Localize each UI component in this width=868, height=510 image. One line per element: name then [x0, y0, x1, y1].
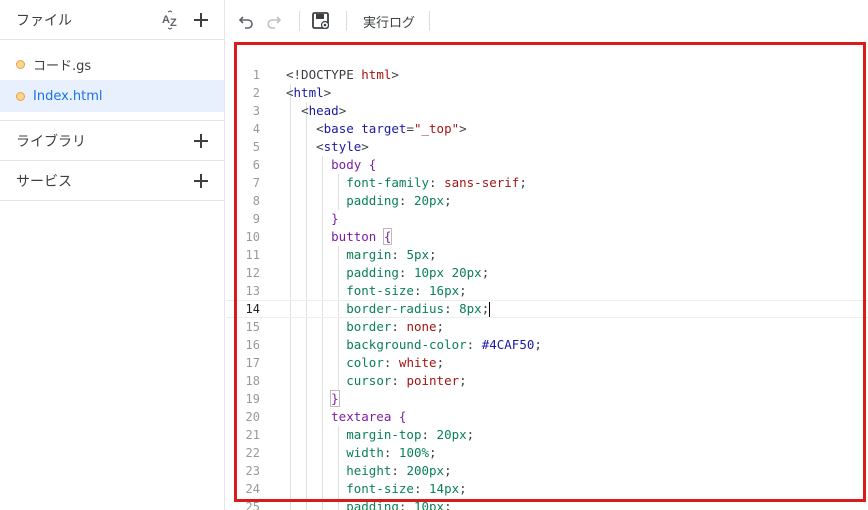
code-editor[interactable]: 1 <!DOCTYPE html> 2 <html> 3 <head> 4 <bas…: [226, 42, 868, 510]
text-cursor: [489, 302, 491, 317]
code-line: 17 color: white;: [245, 355, 445, 370]
toolbar-divider: [299, 11, 300, 31]
svg-text:A: A: [162, 14, 170, 26]
code-line: 16 background-color: #4CAF50;: [245, 337, 542, 352]
file-item-code-gs[interactable]: コード.gs: [0, 48, 224, 80]
file-name: コード.gs: [33, 58, 92, 74]
code-line: 6 body {: [252, 157, 377, 172]
libraries-title: ライブラリ: [16, 133, 86, 150]
code-line: 22 width: 100%;: [245, 445, 437, 460]
files-header: ファイル A Z: [0, 0, 224, 40]
code-line: 15 border: none;: [245, 319, 445, 334]
toolbar-divider: [346, 11, 347, 31]
file-status-dot: [16, 91, 25, 101]
code-line: 5 <style>: [252, 139, 369, 154]
code-line: 10 button {: [245, 228, 393, 245]
code-line: 2 <html>: [252, 85, 332, 100]
toolbar-divider: [429, 11, 431, 31]
editor-toolbar: 実行ログ: [225, 0, 868, 43]
code-line: 23 height: 200px;: [245, 463, 452, 478]
code-line: 18 cursor: pointer;: [245, 373, 467, 388]
libraries-header: ライブラリ: [0, 121, 224, 161]
file-name: Index.html: [33, 88, 103, 104]
services-title: サービス: [16, 173, 72, 190]
redo-icon[interactable]: [263, 10, 285, 32]
code-line: 19 }: [245, 390, 340, 407]
svg-text:Z: Z: [170, 17, 177, 29]
code-line: 24 font-size: 14px;: [245, 481, 467, 496]
services-header: サービス: [0, 161, 224, 201]
code-lines: 1 <!DOCTYPE html> 2 <html> 3 <head> 4 <bas…: [226, 66, 868, 510]
code-line: 9 }: [252, 211, 339, 226]
sidebar: ファイル A Z コード.gs Index.html ライブラリ サービス: [0, 0, 225, 510]
execution-log-button[interactable]: 実行ログ: [357, 12, 421, 31]
code-line: 11 margin: 5px;: [245, 247, 437, 262]
code-line: 13 font-size: 16px;: [245, 283, 467, 298]
code-line: 21 margin-top: 20px;: [245, 427, 475, 442]
file-item-index-html[interactable]: Index.html: [0, 80, 224, 112]
code-line: 25 padding: 10px;: [245, 499, 452, 510]
code-line: 1 <!DOCTYPE html>: [252, 67, 399, 82]
add-file-icon[interactable]: [190, 9, 212, 31]
code-line: 12 padding: 10px 20px;: [245, 265, 490, 280]
code-line: 7 font-family: sans-serif;: [252, 175, 527, 190]
file-list: コード.gs Index.html: [0, 40, 224, 121]
undo-icon[interactable]: [235, 10, 257, 32]
code-line-current: 14 border-radius: 8px;: [226, 300, 868, 318]
files-title: ファイル: [16, 12, 72, 29]
code-line: 4 <base target="_top">: [252, 121, 467, 136]
code-line: 20 textarea {: [245, 409, 407, 424]
save-icon[interactable]: [310, 10, 332, 32]
code-line: 8 padding: 20px;: [252, 193, 452, 208]
sort-az-icon[interactable]: A Z: [160, 9, 182, 31]
add-library-icon[interactable]: [190, 130, 212, 152]
code-line: 3 <head>: [252, 103, 347, 118]
add-service-icon[interactable]: [190, 170, 212, 192]
file-status-dot: [16, 59, 25, 69]
